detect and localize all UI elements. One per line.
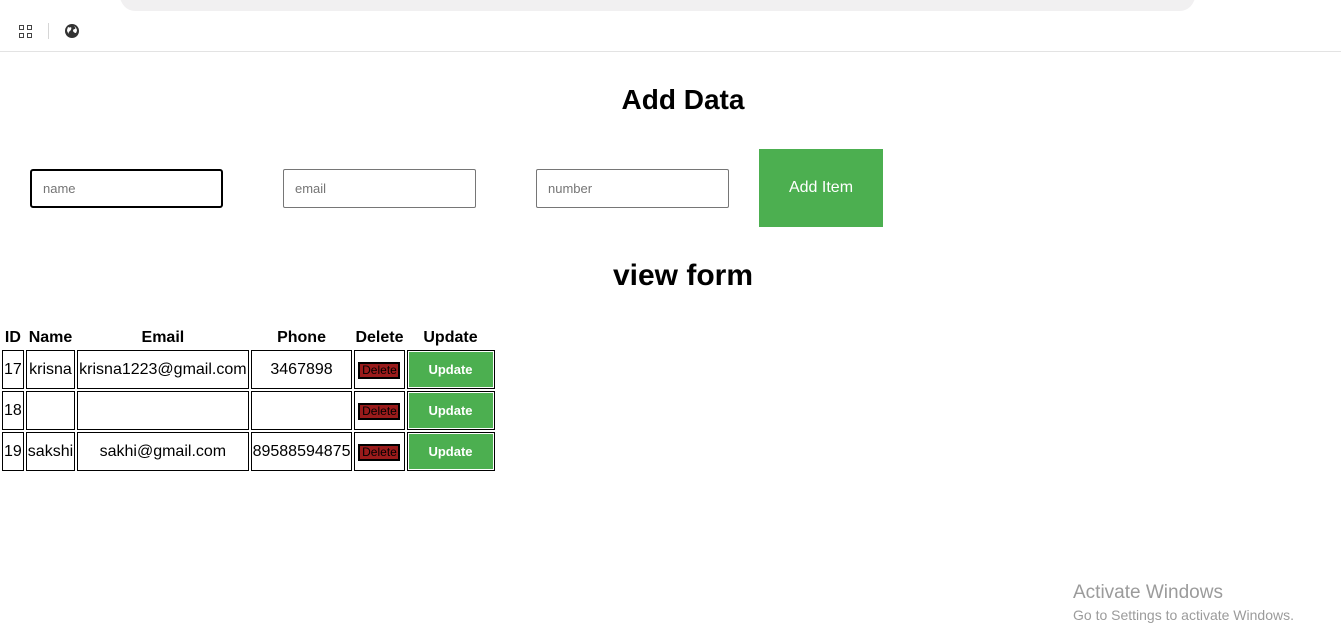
cell-update: Update [406,391,495,430]
update-button[interactable]: Update [408,352,493,387]
cell-name [25,391,76,430]
number-input[interactable] [536,169,729,208]
update-button[interactable]: Update [408,393,493,428]
delete-button[interactable]: Delete [358,443,401,461]
cell-email: krisna1223@gmail.com [77,350,249,389]
cell-email [77,391,249,430]
cell-delete: Delete [354,350,405,389]
bookmark-bar [0,20,1341,44]
data-table: ID Name Email Phone Delete Update 17 kri… [0,326,497,473]
bookmark-divider [48,23,49,39]
table-header-row: ID Name Email Phone Delete Update [2,328,495,348]
cell-phone: 3467898 [250,350,353,389]
watermark-subtitle: Go to Settings to activate Windows. [1073,606,1294,623]
column-header-email: Email [141,329,185,346]
cell-name: sakshi [25,432,76,471]
cell-update: Update [406,432,495,471]
column-header-phone: Phone [277,329,326,346]
browser-chrome [0,0,1341,52]
address-bar[interactable] [120,0,1195,11]
table-row: 17 krisna krisna1223@gmail.com 3467898 D… [2,350,495,389]
table-row: 18 Delete Update [2,391,495,430]
cell-email: sakhi@gmail.com [77,432,249,471]
cell-id: 19 [2,432,24,471]
cell-phone [250,391,353,430]
page-title: Add Data [621,84,745,115]
watermark-title: Activate Windows [1073,582,1223,603]
view-form-title: view form [612,259,754,292]
email-input[interactable] [283,169,476,208]
cell-id: 17 [2,350,24,389]
activate-windows-watermark: Activate Windows Go to Settings to activ… [1073,582,1294,624]
cell-phone: 89588594875 [250,432,353,471]
column-header-name: Name [28,329,73,346]
cell-delete: Delete [354,391,405,430]
apps-grid-icon[interactable] [19,25,33,39]
add-item-button[interactable]: Add Item [759,149,883,227]
column-header-id: ID [4,329,21,346]
column-header-delete: Delete [355,329,404,346]
table-row: 19 sakshi sakhi@gmail.com 89588594875 De… [2,432,495,471]
column-header-update: Update [423,329,478,346]
name-input[interactable] [30,169,223,208]
cell-name: krisna [25,350,76,389]
globe-icon[interactable] [64,23,80,39]
delete-button[interactable]: Delete [358,402,401,420]
update-button[interactable]: Update [408,434,493,469]
cell-id: 18 [2,391,24,430]
cell-update: Update [406,350,495,389]
cell-delete: Delete [354,432,405,471]
delete-button[interactable]: Delete [358,361,401,379]
